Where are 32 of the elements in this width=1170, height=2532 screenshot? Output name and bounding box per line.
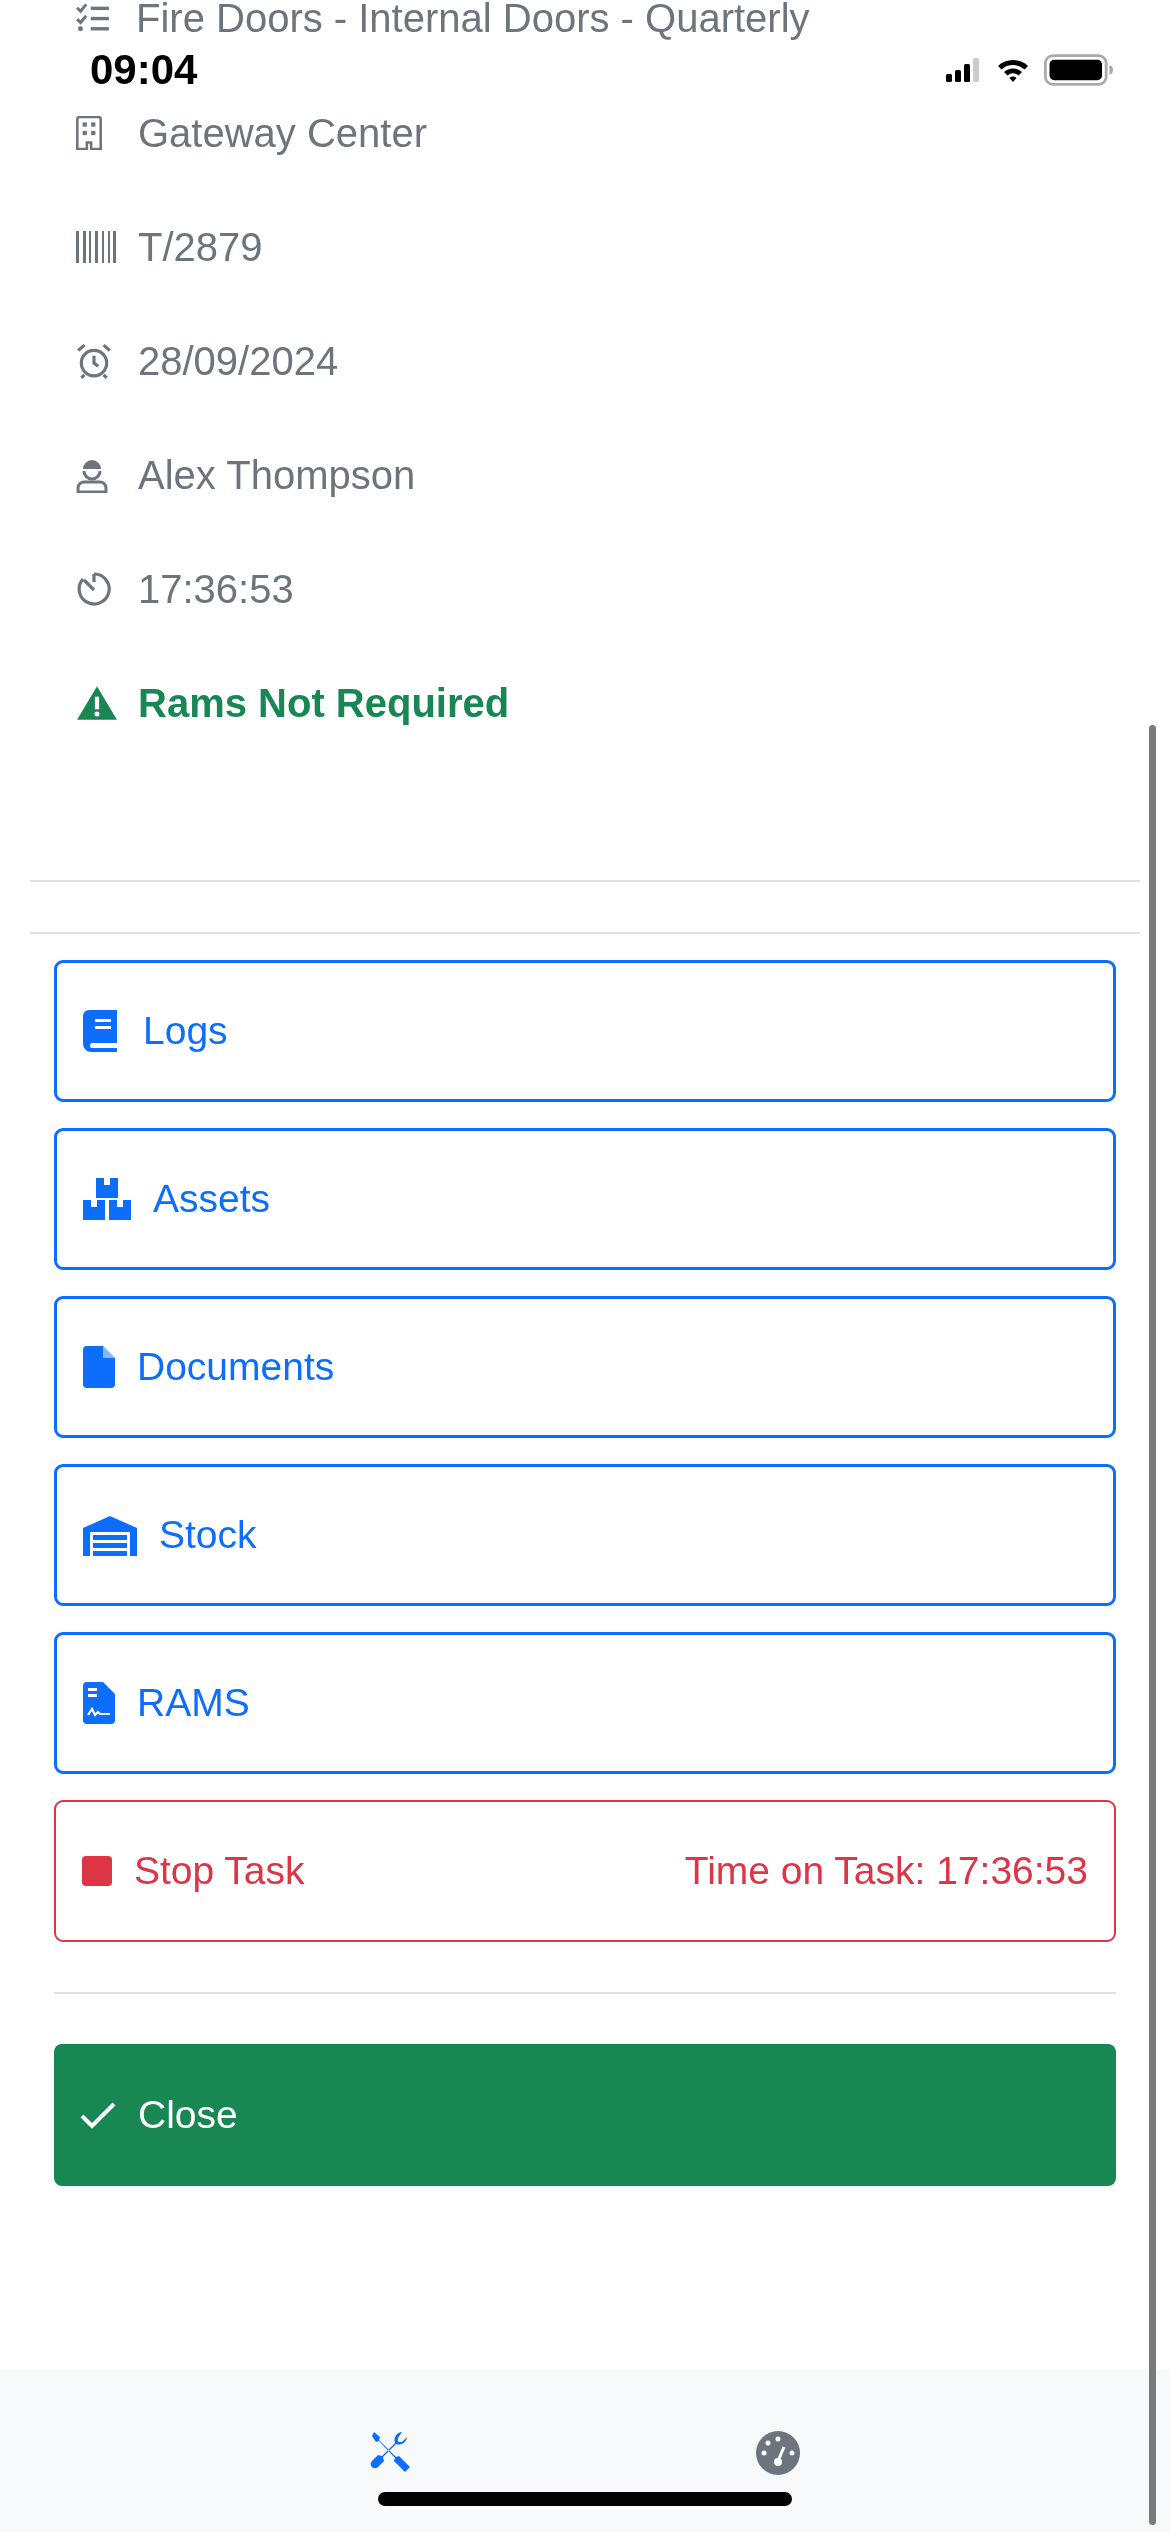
action-button[interactable]: Documents	[54, 1296, 1116, 1438]
boxes-icon	[83, 1178, 131, 1220]
close-button[interactable]: Close	[54, 2044, 1116, 2186]
action-button[interactable]: Logs	[54, 960, 1116, 1102]
action-button[interactable]: RAMS	[54, 1632, 1116, 1774]
check-icon	[80, 2101, 116, 2129]
dashboard-tab[interactable]	[754, 2430, 801, 2476]
detail-text: 28/09/2024	[138, 338, 339, 384]
worker-icon	[76, 457, 108, 493]
barcode-icon	[76, 231, 116, 263]
battery-icon	[1044, 54, 1114, 86]
detail-text: Alex Thompson	[138, 452, 416, 498]
detail-text: T/2879	[138, 224, 263, 270]
stop-task-button[interactable]: Stop Task Time on Task: 17:36:53	[54, 1800, 1116, 1942]
detail-text: 17:36:53	[138, 566, 294, 612]
warehouse-icon	[83, 1514, 137, 1556]
rams-status: Rams Not Required	[138, 680, 510, 726]
document-icon	[83, 1346, 115, 1388]
warning-icon	[76, 685, 118, 721]
time-on-task: Time on Task: 17:36:53	[684, 1849, 1088, 1893]
signed-document-icon	[83, 1682, 115, 1724]
action-button[interactable]: Stock	[54, 1464, 1116, 1606]
timer-icon	[76, 571, 112, 607]
building-icon	[76, 116, 102, 150]
alarm-clock-icon	[76, 343, 112, 379]
signal-icon	[946, 58, 982, 82]
stop-icon	[82, 1856, 112, 1886]
detail-text: Gateway Center	[138, 110, 428, 156]
action-button[interactable]: Assets	[54, 1128, 1116, 1270]
checklist-icon	[76, 3, 110, 33]
wifi-icon	[996, 57, 1030, 83]
status-time: 09:04	[90, 46, 198, 94]
